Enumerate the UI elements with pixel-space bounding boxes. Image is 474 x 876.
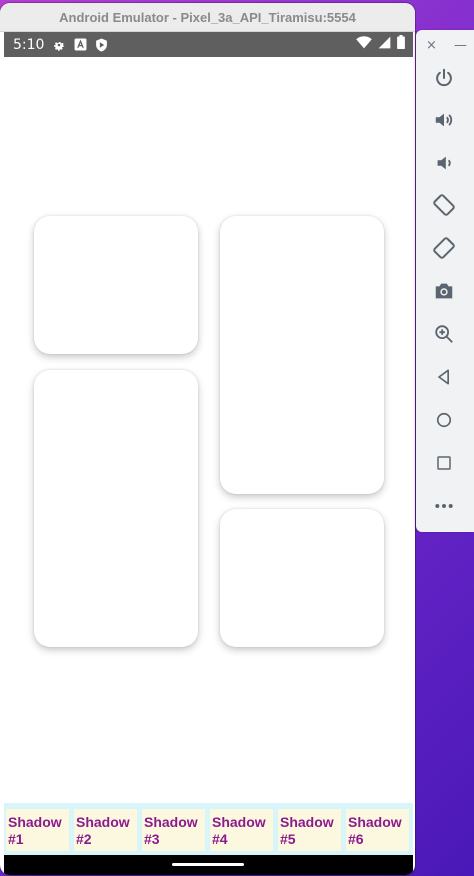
tab-shadow-3[interactable]: Shadow #3 bbox=[142, 809, 205, 851]
volume-up-button[interactable] bbox=[430, 106, 458, 134]
rotate-left-icon bbox=[433, 194, 455, 216]
tab-shadow-4[interactable]: Shadow #4 bbox=[210, 809, 273, 851]
more-icon bbox=[435, 504, 453, 508]
android-status-bar: 5:10 bbox=[4, 32, 413, 57]
window-title: Android Emulator - Pixel_3a_API_Tiramisu… bbox=[59, 9, 356, 25]
home-icon bbox=[436, 412, 452, 428]
close-icon[interactable]: × bbox=[426, 38, 437, 53]
rotate-right-icon bbox=[433, 237, 455, 259]
tab-shadow-1[interactable]: Shadow #1 bbox=[6, 809, 69, 851]
tab-shadow-5[interactable]: Shadow #5 bbox=[278, 809, 341, 851]
shadow-card bbox=[220, 509, 384, 647]
battery-icon bbox=[397, 35, 405, 54]
power-button[interactable] bbox=[430, 64, 458, 92]
shadow-card bbox=[34, 216, 198, 354]
shadow-tab-bar: Shadow #1 Shadow #2 Shadow #3 Shadow #4 … bbox=[4, 803, 413, 855]
settings-gear-icon bbox=[52, 38, 66, 52]
minimize-icon[interactable]: — bbox=[454, 38, 467, 53]
tab-shadow-2[interactable]: Shadow #2 bbox=[74, 809, 137, 851]
home-gesture-handle[interactable] bbox=[172, 863, 244, 866]
shadow-card bbox=[220, 216, 384, 494]
app-screen bbox=[4, 57, 413, 857]
zoom-button[interactable] bbox=[430, 320, 458, 348]
volume-up-icon bbox=[435, 113, 453, 127]
zoom-icon bbox=[435, 325, 453, 343]
rotate-right-button[interactable] bbox=[430, 234, 458, 262]
emulator-side-toolbar: × — bbox=[416, 30, 474, 532]
overview-button[interactable] bbox=[430, 449, 458, 477]
power-icon bbox=[436, 68, 452, 87]
shield-play-icon bbox=[95, 38, 108, 52]
rotate-left-button[interactable] bbox=[430, 191, 458, 219]
tab-shadow-6[interactable]: Shadow #6 bbox=[346, 809, 409, 851]
screenshot-button[interactable] bbox=[430, 277, 458, 305]
emulator-window: Android Emulator - Pixel_3a_API_Tiramisu… bbox=[0, 3, 415, 875]
more-options-button[interactable] bbox=[430, 492, 458, 520]
gesture-nav-bar bbox=[4, 855, 413, 875]
cell-signal-icon bbox=[378, 36, 391, 54]
wifi-icon bbox=[356, 35, 372, 54]
toolbar-header: × — bbox=[416, 34, 474, 54]
camera-icon bbox=[435, 283, 453, 299]
volume-down-button[interactable] bbox=[430, 149, 458, 177]
back-button[interactable] bbox=[430, 363, 458, 391]
home-button[interactable] bbox=[430, 406, 458, 434]
back-icon bbox=[438, 369, 449, 385]
overview-icon bbox=[437, 456, 451, 470]
shadow-card bbox=[34, 370, 198, 647]
volume-down-icon bbox=[437, 156, 451, 170]
window-title-bar: Android Emulator - Pixel_3a_API_Tiramisu… bbox=[0, 3, 415, 32]
status-time: 5:10 bbox=[13, 36, 45, 53]
app-a-icon bbox=[74, 38, 87, 51]
